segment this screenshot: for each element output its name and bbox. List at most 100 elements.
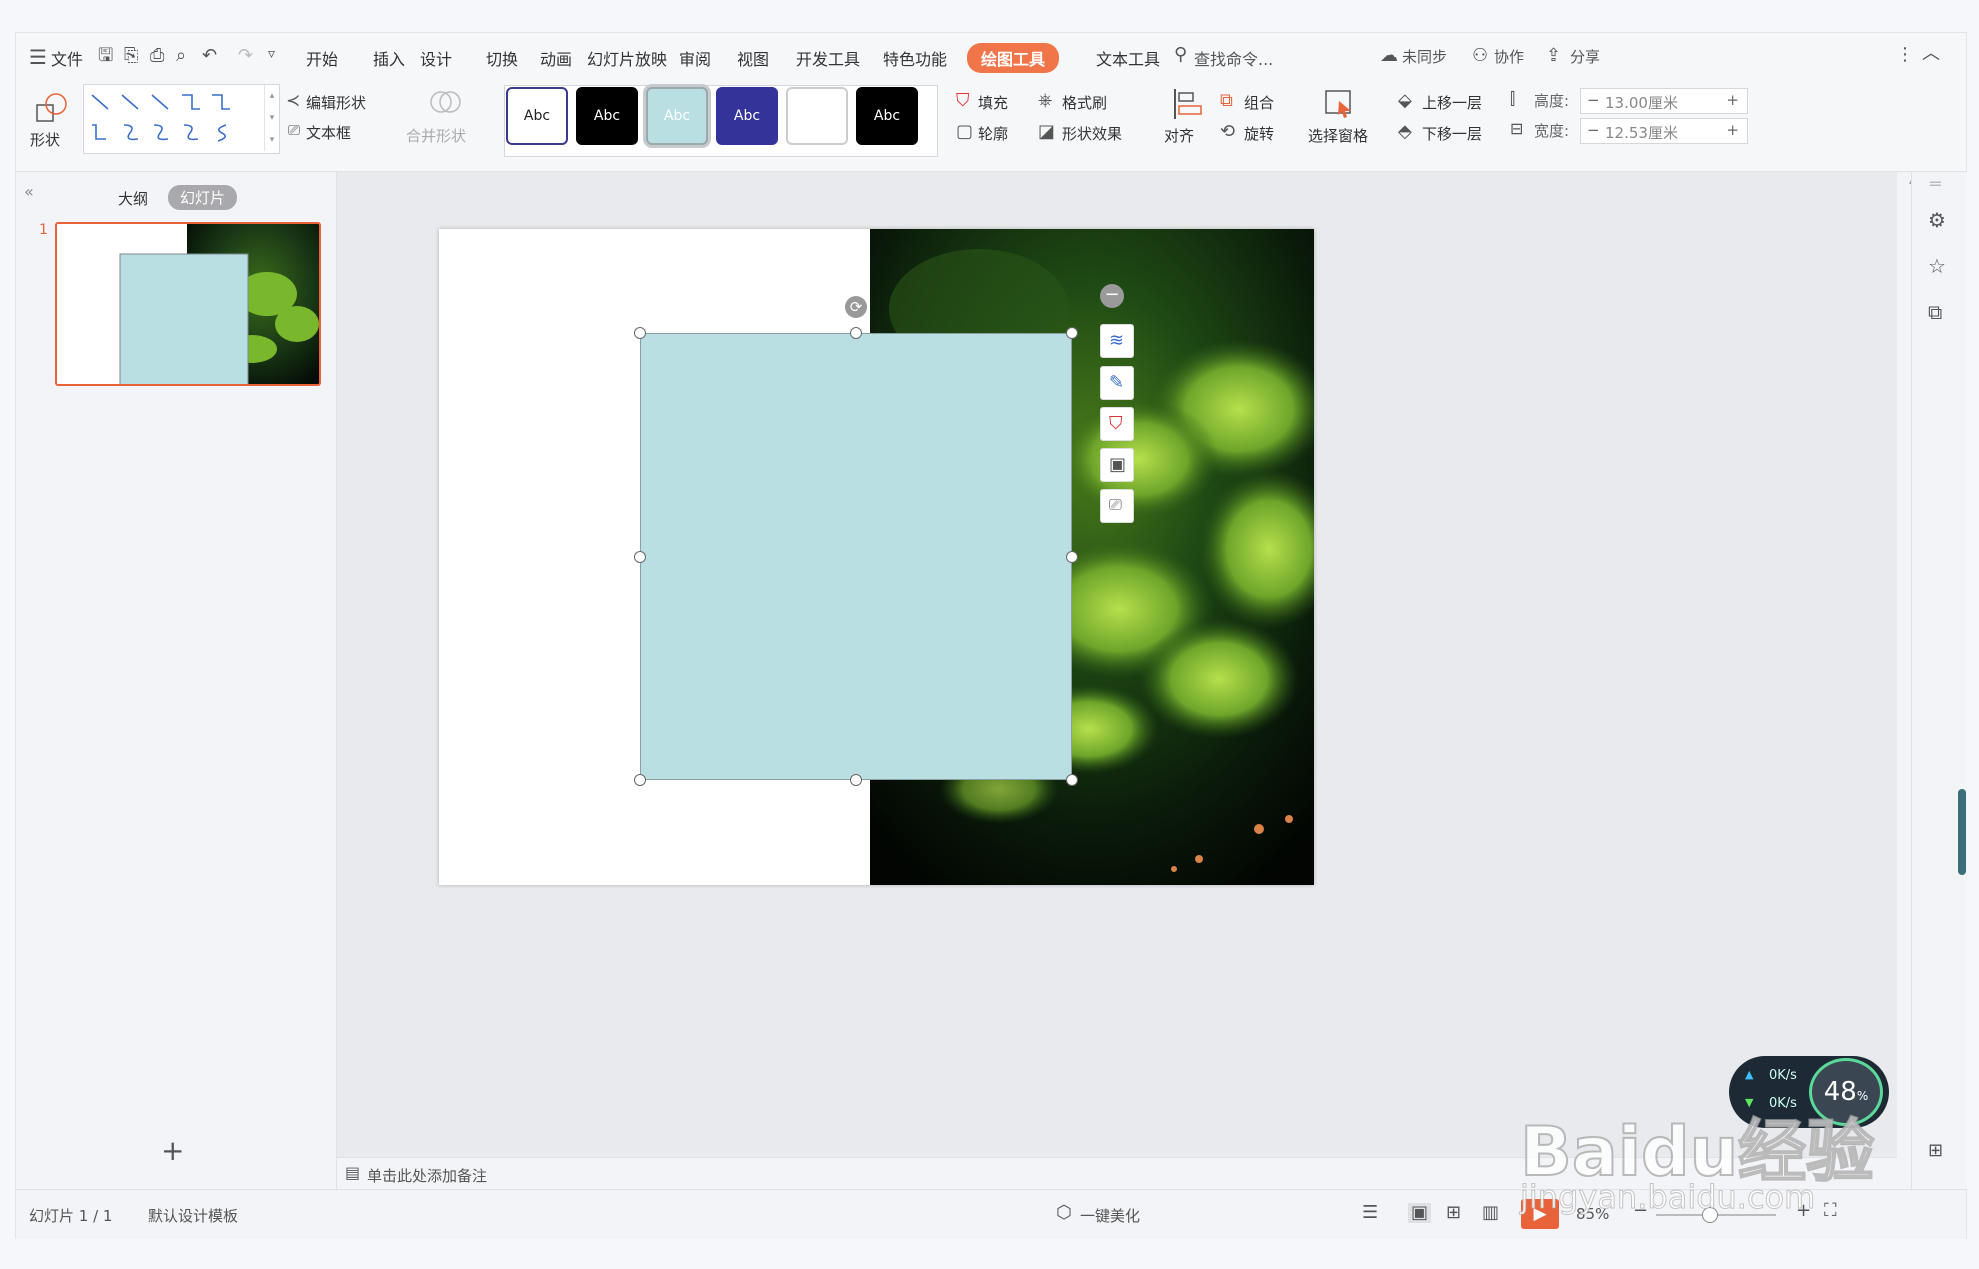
bring-forward-button[interactable]: 上移一层 [1422, 92, 1482, 113]
slide-thumbnail[interactable] [55, 222, 321, 386]
tab-slides[interactable]: 幻灯片 [168, 185, 238, 210]
redo-icon[interactable]: ↷ [238, 47, 253, 65]
width-label: 宽度: [1534, 122, 1570, 140]
style-brush-icon[interactable]: ✎ [1100, 366, 1134, 400]
tab-transition[interactable]: 切换 [486, 46, 518, 70]
notes-placeholder[interactable]: 单击此处添加备注 [367, 1165, 487, 1186]
tab-view[interactable]: 视图 [737, 46, 769, 70]
textbox-button[interactable]: 文本框 [306, 122, 351, 143]
quick-access-more-icon[interactable]: ▿ [268, 47, 275, 61]
selected-rectangle[interactable] [640, 333, 1072, 780]
file-menu[interactable]: 文件 [51, 46, 83, 70]
merge-shape-button[interactable]: 合并形状 [406, 125, 466, 146]
style-swatch-1[interactable]: Abc [506, 87, 568, 145]
fit-window-icon[interactable]: ⛶ [1824, 1202, 1837, 1220]
shape-button[interactable]: 形状 [30, 129, 60, 150]
height-value[interactable]: 13.00厘米 [1605, 92, 1678, 113]
side-tab-handle[interactable] [1958, 789, 1966, 875]
print-icon[interactable]: ⎙ [150, 47, 164, 65]
hamburger-icon[interactable]: ☰ [29, 47, 47, 67]
group-button[interactable]: 组合 [1244, 92, 1274, 113]
tab-design[interactable]: 设计 [420, 46, 452, 70]
command-search[interactable]: 查找命令... [1194, 46, 1273, 70]
selection-pane-button[interactable]: 选择窗格 [1308, 125, 1368, 146]
normal-view-icon[interactable]: ▣ [1408, 1203, 1432, 1223]
resize-handle-e[interactable] [1066, 551, 1078, 563]
resize-handle-nw[interactable] [634, 327, 646, 339]
outline-button[interactable]: 轮廓 [978, 123, 1008, 144]
animation-icon[interactable]: ☆ [1928, 256, 1946, 276]
style-swatch-2[interactable]: Abc [576, 87, 638, 145]
collab-button[interactable]: 协作 [1494, 46, 1524, 67]
resize-handle-n[interactable] [850, 327, 862, 339]
style-swatch-6[interactable]: Abc [856, 87, 918, 145]
tab-outline[interactable]: 大纲 [118, 188, 148, 209]
resize-handle-se[interactable] [1066, 774, 1078, 786]
style-swatch-4[interactable]: Abc [716, 87, 778, 145]
tab-developer[interactable]: 开发工具 [796, 46, 860, 70]
format-painter-button[interactable]: 格式刷 [1062, 92, 1107, 113]
collapse-ribbon-icon[interactable]: ︿ [1922, 45, 1940, 63]
shape-icon[interactable] [34, 91, 68, 125]
save-icon[interactable]: 🖫 [98, 47, 113, 65]
textbox-icon: ⎚ [288, 121, 301, 139]
tab-special[interactable]: 特色功能 [883, 46, 947, 70]
style-swatch-3[interactable]: Abc [646, 87, 708, 145]
layers-icon[interactable]: ≋ [1100, 324, 1134, 358]
resize-handle-s[interactable] [850, 774, 862, 786]
send-backward-button[interactable]: 下移一层 [1422, 123, 1482, 144]
rotate-button[interactable]: 旋转 [1244, 123, 1274, 144]
tab-animation[interactable]: 动画 [540, 46, 572, 70]
share-button[interactable]: 分享 [1570, 46, 1600, 67]
beautify-icon: ⬡ [1056, 1202, 1072, 1223]
rotate-handle-icon[interactable]: ⟳ [845, 296, 867, 318]
fill-button[interactable]: 填充 [978, 92, 1008, 113]
slide[interactable]: ⟳ [439, 229, 1314, 885]
sync-status[interactable]: 未同步 [1402, 46, 1447, 67]
style-swatch-5[interactable] [786, 87, 848, 145]
reading-view-icon[interactable]: ▥ [1482, 1204, 1499, 1222]
template-name[interactable]: 默认设计模板 [148, 1205, 238, 1226]
width-stepper[interactable]: −12.53厘米 + [1580, 118, 1748, 144]
beautify-button[interactable]: 一键美化 [1080, 1205, 1140, 1226]
text-wrap-icon[interactable]: ⎚ [1100, 489, 1134, 523]
resize-handle-ne[interactable] [1066, 327, 1078, 339]
notes-icon: ▤ [345, 1163, 361, 1182]
tab-home[interactable]: 开始 [306, 46, 338, 70]
width-value[interactable]: 12.53厘米 [1605, 122, 1678, 143]
export-icon[interactable]: ⎘ [124, 47, 138, 65]
outline-icon: ▢ [956, 121, 974, 142]
notes-toggle-icon[interactable]: ☰ [1362, 1204, 1378, 1222]
tab-review[interactable]: 审阅 [679, 46, 711, 70]
fill-bucket-icon[interactable]: ⛉ [1100, 407, 1134, 441]
tab-slideshow[interactable]: 幻灯片放映 [587, 46, 667, 70]
search-icon[interactable]: ⚲ [1174, 46, 1187, 64]
preview-icon[interactable]: ⌕ [176, 47, 186, 65]
resize-handle-sw[interactable] [634, 774, 646, 786]
bring-forward-icon: ⬙ [1398, 90, 1412, 111]
float-collapse-icon[interactable]: − [1100, 284, 1124, 308]
drag-handle-icon: ═ [1930, 174, 1941, 195]
grid-icon[interactable]: ⊞ [1928, 1142, 1943, 1160]
tab-text-tools[interactable]: 文本工具 [1096, 46, 1160, 70]
properties-icon[interactable]: ⚙ [1928, 210, 1946, 230]
more-icon[interactable]: ⋮ [1896, 46, 1914, 64]
outline-tool-icon[interactable]: ▣ [1100, 448, 1134, 482]
edit-shape-button[interactable]: 编辑形状 [306, 92, 366, 113]
height-stepper[interactable]: −13.00厘米 + [1580, 88, 1748, 114]
slide-count: 幻灯片 1 / 1 [29, 1207, 113, 1225]
resize-handle-w[interactable] [634, 551, 646, 563]
shape-effect-button[interactable]: 形状效果 [1062, 123, 1122, 144]
lines-gallery[interactable]: ▴ ▾ ▾ [83, 84, 280, 154]
collapse-panel-icon[interactable]: « [24, 182, 34, 201]
sorter-view-icon[interactable]: ⊞ [1446, 1204, 1461, 1222]
add-slide-icon[interactable]: + [161, 1134, 184, 1167]
undo-icon[interactable]: ↶ [202, 47, 217, 65]
merge-shape-icon [430, 91, 461, 113]
tab-drawing-tools[interactable]: 绘图工具 [967, 43, 1060, 73]
edit-shape-icon: ≺ [286, 91, 301, 111]
transition-icon[interactable]: ⧉ [1928, 302, 1942, 322]
net-upload: 0K/s [1769, 1068, 1797, 1083]
align-button[interactable]: 对齐 [1164, 125, 1194, 146]
tab-insert[interactable]: 插入 [373, 46, 405, 70]
